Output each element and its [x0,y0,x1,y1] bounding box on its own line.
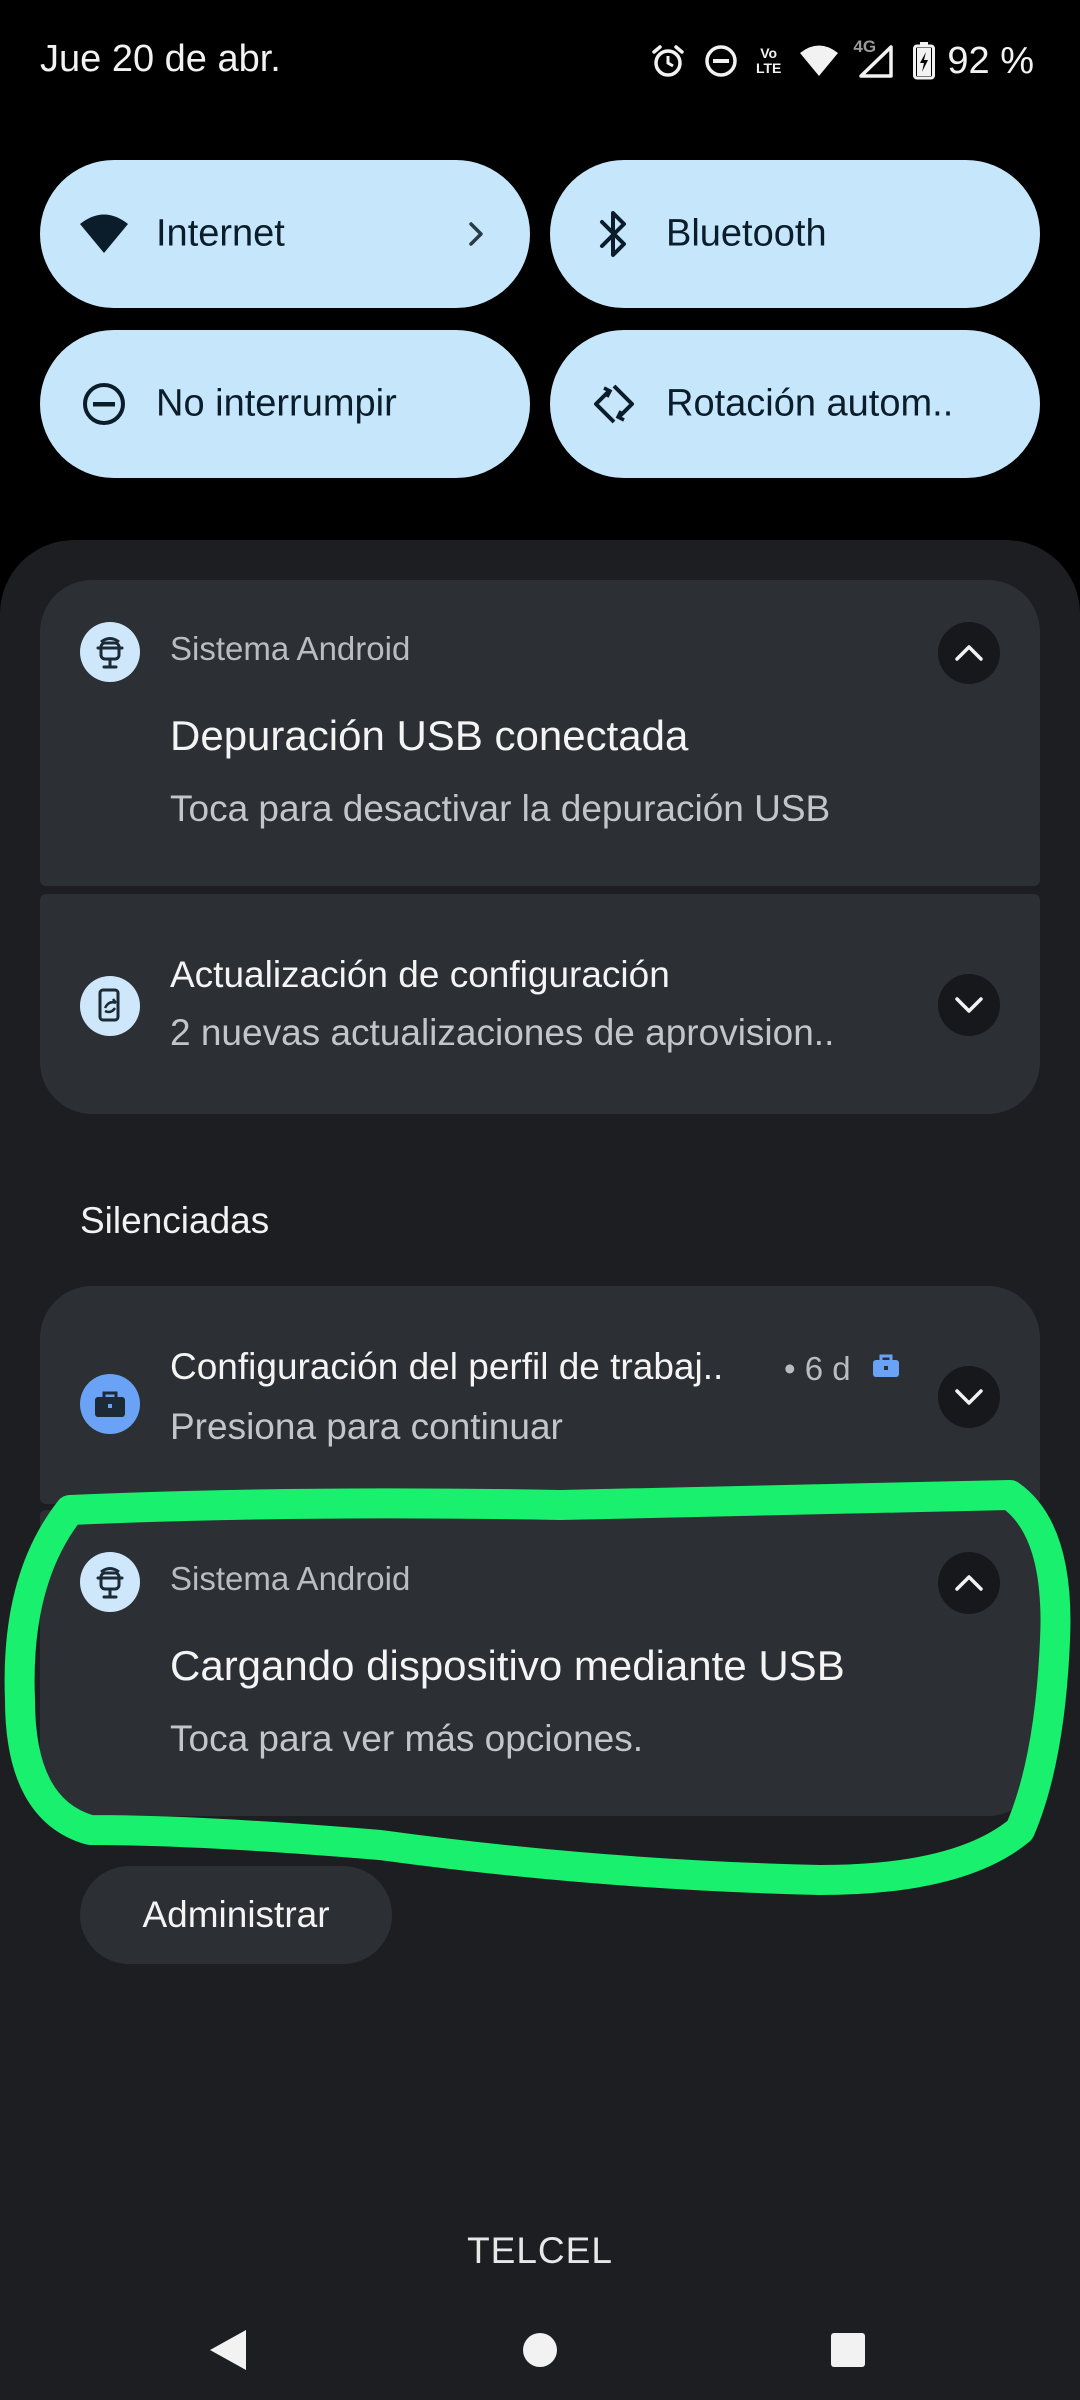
rotation-icon [588,378,640,430]
home-icon[interactable] [510,2320,570,2380]
manage-button[interactable]: Administrar [80,1866,392,1964]
tile-bluetooth-label: Bluetooth [666,212,827,255]
status-date: Jue 20 de abr. [40,38,281,80]
collapse-button[interactable] [938,1552,1000,1614]
expand-button[interactable] [938,974,1000,1036]
tile-internet-label: Internet [156,212,285,255]
notification-text: Presiona para continuar [170,1406,563,1447]
android-system-icon [80,622,140,682]
tile-auto-rotate-label: Rotación autom.. [666,382,954,425]
chevron-right-icon[interactable] [456,214,496,254]
work-badge-icon [872,1354,900,1383]
volte-icon: Vo LTE [755,45,782,76]
carrier-label: TELCEL [467,2230,613,2271]
app-name: Sistema Android [170,630,411,667]
dnd-icon [78,378,130,430]
app-name: Sistema Android [170,1560,411,1597]
notification-text: Toca para desactivar la depuración USB [170,788,831,829]
notification-usb-debugging[interactable]: Sistema Android Depuración USB conectada… [40,580,1040,886]
tile-bluetooth[interactable]: Bluetooth [550,160,1040,308]
tile-do-not-disturb[interactable]: No interrumpir [40,330,530,478]
notification-title: Depuración USB conectada [170,712,689,759]
notification-text: 2 nuevas actualizaciones de aprovision.. [170,1012,835,1053]
expand-button[interactable] [938,1366,1000,1428]
wifi-icon [78,208,130,260]
notification-work-profile[interactable]: Configuración del perfil de trabaj.. • 6… [40,1286,1040,1504]
battery-icon [913,42,936,80]
wifi-icon [799,44,839,78]
signal-icon: 4G [853,38,895,78]
phone-sync-icon [80,976,140,1036]
status-icons: Vo LTE 4G 92 % [650,38,1034,84]
notification-config-update[interactable]: Actualización de configuración 2 nuevas … [40,894,1040,1114]
tile-auto-rotate[interactable]: Rotación autom.. [550,330,1040,478]
recents-icon[interactable] [818,2320,878,2380]
bluetooth-icon [588,208,640,260]
status-bar: Jue 20 de abr. Vo LTE 4G 92 % [0,0,1080,120]
collapse-button[interactable] [938,622,1000,684]
tile-dnd-label: No interrumpir [156,382,397,425]
tile-internet[interactable]: Internet [40,160,530,308]
dnd-icon [704,44,738,78]
notification-title: Cargando dispositivo mediante USB [170,1642,845,1689]
notification-text: Toca para ver más opciones. [170,1718,644,1759]
notification-title: Configuración del perfil de trabaj.. [170,1346,724,1387]
battery-percent: 92 % [947,39,1034,82]
back-icon[interactable] [198,2320,258,2380]
silenced-section-header: Silenciadas [80,1200,270,1241]
briefcase-icon [80,1374,140,1434]
alarm-icon [650,43,686,79]
notification-usb-charging[interactable]: Sistema Android Cargando dispositivo med… [40,1510,1040,1816]
navigation-bar [0,2290,1080,2400]
android-system-icon [80,1552,140,1612]
notification-title: Actualización de configuración [170,954,670,995]
notification-time: • 6 d [784,1350,851,1387]
